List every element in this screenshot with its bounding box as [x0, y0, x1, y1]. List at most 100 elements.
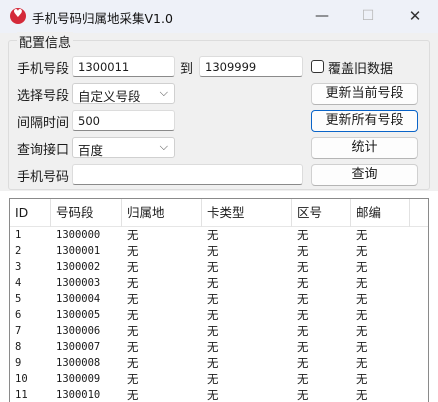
cell-zip: 无 — [356, 228, 368, 242]
cell-area-code: 无 — [297, 388, 309, 402]
cell-segment: 1300003 — [56, 277, 101, 289]
column-header-id[interactable]: ID — [10, 199, 51, 227]
table-row[interactable]: 7 1300006 无 无 无 无 — [10, 323, 428, 339]
to-label: 到 — [180, 62, 194, 77]
table-header: ID 号码段 归属地 卡类型 区号 邮编 — [10, 199, 428, 227]
table-row[interactable]: 2 1300001 无 无 无 无 — [10, 243, 428, 259]
column-header-segment[interactable]: 号码段 — [51, 199, 122, 227]
table-row[interactable]: 10 1300009 无 无 无 无 — [10, 371, 428, 387]
phone-input[interactable] — [72, 164, 303, 185]
table-row[interactable]: 9 1300008 无 无 无 无 — [10, 355, 428, 371]
cell-location: 无 — [127, 356, 139, 370]
cell-zip: 无 — [356, 340, 368, 354]
cell-location: 无 — [127, 324, 139, 338]
interval-label: 间隔时间 — [17, 116, 70, 131]
chevron-down-icon: ⌵ — [159, 86, 168, 99]
overwrite-label: 覆盖旧数据 — [328, 62, 394, 77]
title-bar: 手机号码归属地采集V1.0 — ☐ ✕ — [0, 0, 438, 33]
cell-id: 1 — [15, 229, 22, 241]
table-row[interactable]: 6 1300005 无 无 无 无 — [10, 307, 428, 323]
cell-id: 11 — [15, 389, 28, 401]
chevron-down-icon: ⌵ — [159, 140, 168, 153]
table-row[interactable]: 3 1300002 无 无 无 无 — [10, 259, 428, 275]
window-title: 手机号码归属地采集V1.0 — [32, 11, 173, 26]
segment-label: 手机号段 — [17, 62, 70, 77]
segment-to-input[interactable]: 1309999 — [199, 56, 303, 77]
cell-area-code: 无 — [297, 372, 309, 386]
cell-segment: 1300010 — [56, 389, 101, 401]
column-header-location[interactable]: 归属地 — [122, 199, 202, 227]
table-row[interactable]: 1 1300000 无 无 无 无 — [10, 227, 428, 243]
cell-location: 无 — [127, 244, 139, 258]
overwrite-checkbox[interactable] — [311, 60, 324, 73]
cell-id: 7 — [15, 325, 22, 337]
segment-from-input[interactable]: 1300011 — [72, 56, 175, 77]
cell-segment: 1300000 — [56, 229, 101, 241]
cell-zip: 无 — [356, 372, 368, 386]
cell-card-type: 无 — [207, 356, 219, 370]
cell-card-type: 无 — [207, 372, 219, 386]
cell-area-code: 无 — [297, 244, 309, 258]
cell-segment: 1300001 — [56, 245, 101, 257]
stats-button[interactable]: 统计 — [311, 137, 418, 159]
cell-zip: 无 — [356, 276, 368, 290]
interval-input[interactable]: 500 — [72, 110, 175, 131]
cell-area-code: 无 — [297, 308, 309, 322]
cell-location: 无 — [127, 388, 139, 402]
cell-segment: 1300002 — [56, 261, 101, 273]
segment-select[interactable]: 自定义号段 ⌵ — [72, 83, 175, 104]
phone-label: 手机号码 — [17, 170, 70, 185]
api-label: 查询接口 — [17, 143, 70, 158]
table-row[interactable]: 11 1300010 无 无 无 无 — [10, 387, 428, 402]
cell-segment: 1300008 — [56, 357, 101, 369]
table-row[interactable]: 4 1300003 无 无 无 无 — [10, 275, 428, 291]
cell-card-type: 无 — [207, 244, 219, 258]
column-header-zip[interactable]: 邮编 — [351, 199, 410, 227]
results-table[interactable]: ID 号码段 归属地 卡类型 区号 邮编 1 1300000 无无无无 2 130000… — [9, 198, 429, 402]
cell-area-code: 无 — [297, 324, 309, 338]
cell-card-type: 无 — [207, 340, 219, 354]
cell-segment: 1300004 — [56, 293, 101, 305]
cell-location: 无 — [127, 292, 139, 306]
cell-segment: 1300006 — [56, 325, 101, 337]
column-header-area-code[interactable]: 区号 — [292, 199, 351, 227]
cell-card-type: 无 — [207, 260, 219, 274]
api-select[interactable]: 百度 ⌵ — [72, 137, 175, 158]
cell-card-type: 无 — [207, 292, 219, 306]
cell-id: 4 — [15, 277, 22, 289]
cell-area-code: 无 — [297, 276, 309, 290]
cell-zip: 无 — [356, 324, 368, 338]
cell-id: 2 — [15, 245, 22, 257]
cell-location: 无 — [127, 308, 139, 322]
cell-zip: 无 — [356, 388, 368, 402]
update-all-button[interactable]: 更新所有号段 — [311, 110, 418, 132]
maximize-button[interactable]: ☐ — [345, 0, 391, 33]
config-group-title: 配置信息 — [17, 32, 74, 51]
cell-card-type: 无 — [207, 388, 219, 402]
table-row[interactable]: 8 1300007 无 无 无 无 — [10, 339, 428, 355]
cell-zip: 无 — [356, 292, 368, 306]
cell-area-code: 无 — [297, 356, 309, 370]
update-current-button[interactable]: 更新当前号段 — [311, 83, 418, 105]
cell-segment: 1300009 — [56, 373, 101, 385]
minimize-button[interactable]: — — [299, 0, 345, 33]
table-row[interactable]: 5 1300004 无 无 无 无 — [10, 291, 428, 307]
cell-location: 无 — [127, 340, 139, 354]
query-button[interactable]: 查询 — [311, 164, 418, 186]
cell-id: 5 — [15, 293, 22, 305]
segment-select-value: 自定义号段 — [78, 89, 141, 104]
cell-card-type: 无 — [207, 276, 219, 290]
cell-id: 8 — [15, 341, 22, 353]
select-segment-label: 选择号段 — [17, 89, 70, 104]
column-header-card-type[interactable]: 卡类型 — [202, 199, 292, 227]
cell-id: 3 — [15, 261, 22, 273]
cell-card-type: 无 — [207, 228, 219, 242]
app-heart-icon — [10, 7, 26, 24]
cell-segment: 1300005 — [56, 309, 101, 321]
cell-location: 无 — [127, 276, 139, 290]
config-panel: 配置信息 手机号段 1300011 到 1309999 覆盖旧数据 选择号段 自… — [0, 32, 438, 191]
close-button[interactable]: ✕ — [392, 0, 438, 33]
cell-segment: 1300007 — [56, 341, 101, 353]
cell-location: 无 — [127, 372, 139, 386]
cell-location: 无 — [127, 228, 139, 242]
